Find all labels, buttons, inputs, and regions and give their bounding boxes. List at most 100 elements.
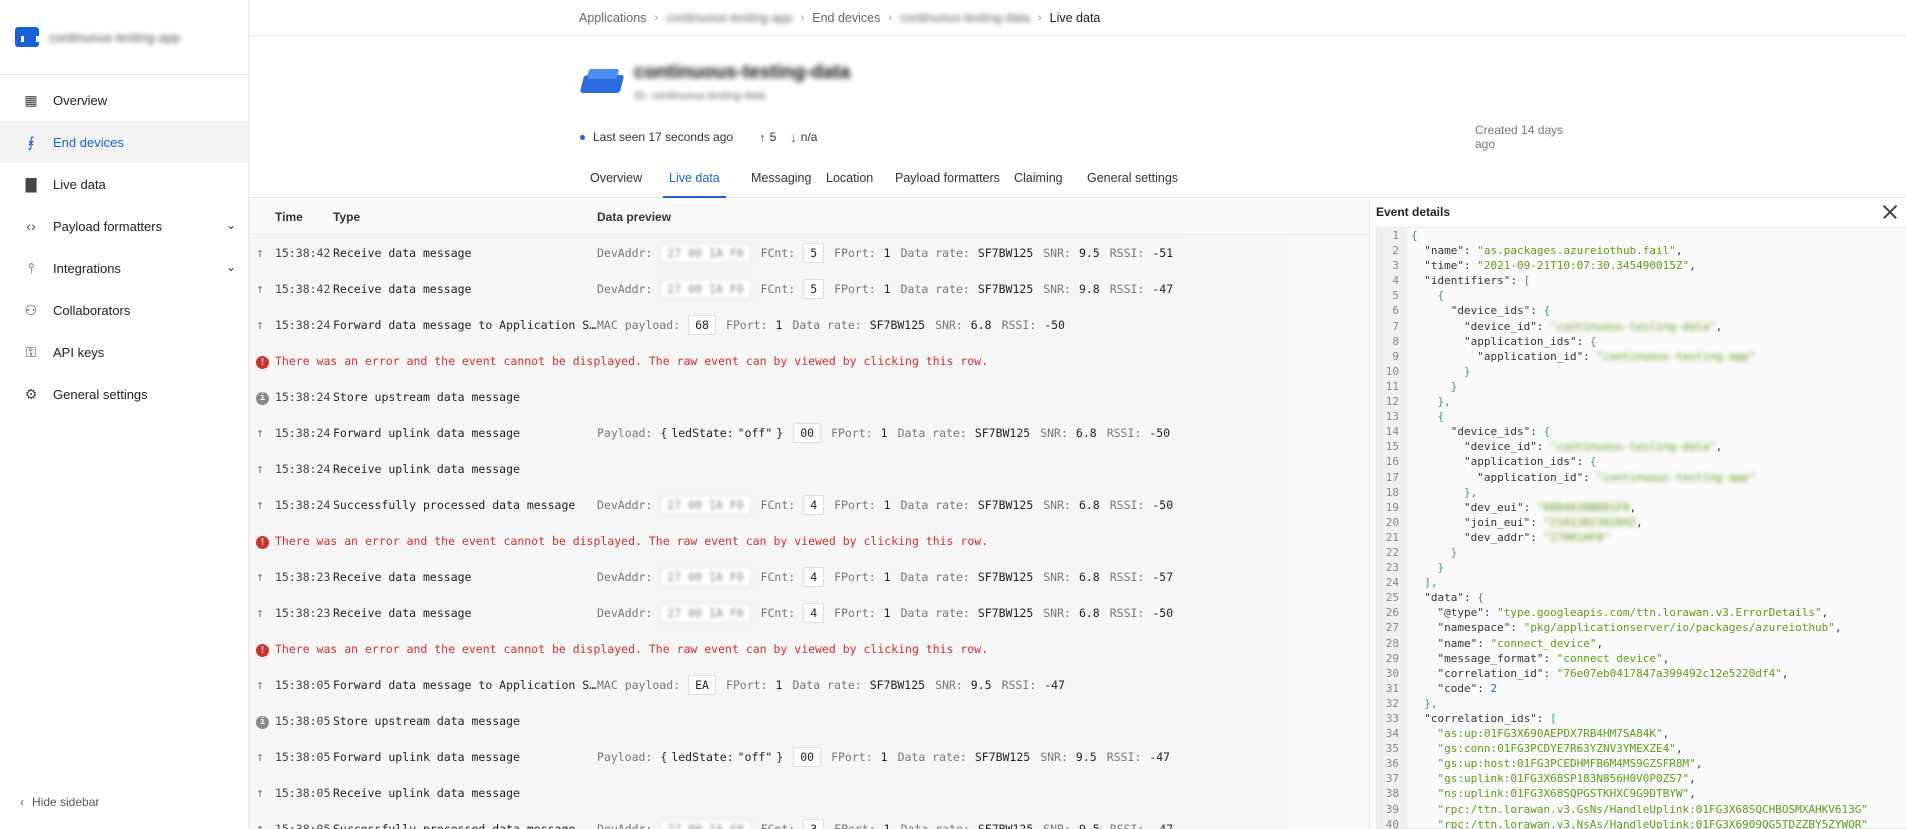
event-row[interactable]: ↑ 15:38:05 Forward data message to Applica… bbox=[249, 667, 1369, 703]
fport-value: 1 bbox=[775, 318, 783, 332]
tab-claiming[interactable]: Claiming bbox=[1008, 164, 1069, 198]
event-row[interactable]: ↑ 15:38:42 Receive data message DevAddr: 27 … bbox=[249, 235, 1369, 271]
sidebar-item-integrations[interactable]: ⫯ Integrations ⌄ bbox=[0, 247, 248, 289]
line-number: 22 bbox=[1377, 544, 1407, 561]
code-text: "device_ids": { bbox=[1407, 424, 1550, 439]
tab-payload-formatters[interactable]: Payload formatters bbox=[889, 164, 1006, 198]
event-type: Forward uplink data message bbox=[333, 750, 520, 764]
code-line: 5 { bbox=[1377, 288, 1907, 304]
event-type: Forward uplink data message bbox=[333, 426, 520, 440]
fport-value: 1 bbox=[883, 606, 891, 620]
code-token: "0004A30B001F0 bbox=[1536, 500, 1630, 514]
fcnt-value: 5 bbox=[803, 279, 825, 299]
hide-sidebar-button[interactable]: ‹ Hide sidebar bbox=[20, 795, 99, 809]
event-row[interactable]: ↑ 15:38:42 Receive data message DevAddr: 27 … bbox=[249, 271, 1369, 307]
key-icon: ⚿ bbox=[25, 343, 37, 360]
sidebar-item-overview[interactable]: ▦ Overview bbox=[0, 79, 248, 121]
field-label: FCnt: bbox=[760, 498, 796, 512]
sidebar-item-end-devices[interactable]: ⨘ End devices bbox=[0, 121, 248, 163]
event-data-preview: DevAddr: 27 00 1A F0 FCnt: 5 FPort: 1 Data rat… bbox=[597, 279, 1183, 299]
event-row[interactable]: ↑ 15:38:24 Forward uplink data message Payl… bbox=[249, 415, 1369, 451]
device-image bbox=[579, 63, 625, 101]
event-row[interactable]: ↑ 15:38:24 Successfully processed data mes… bbox=[249, 487, 1369, 523]
sidebar-item-payload-formatters[interactable]: ‹› Payload formatters ⌄ bbox=[0, 205, 248, 247]
event-row[interactable]: ! There was an error and the event cannot… bbox=[249, 631, 1369, 667]
rssi-value: -50 bbox=[1152, 606, 1174, 620]
event-row[interactable]: ↑ 15:38:23 Receive data message DevAddr: 27 … bbox=[249, 595, 1369, 631]
app-header[interactable]: continuous-testing-app bbox=[0, 0, 248, 74]
breadcrumb-item[interactable]: continuous-testing-data bbox=[900, 11, 1030, 25]
close-icon[interactable] bbox=[1879, 201, 1901, 223]
breadcrumb-item[interactable]: continuous-testing-app bbox=[666, 11, 792, 25]
sidebar-item-general-settings[interactable]: ⚙ General settings bbox=[0, 373, 248, 415]
sidebar-item-label: API keys bbox=[53, 344, 105, 360]
code-text: { bbox=[1407, 409, 1444, 424]
event-row[interactable]: ↑ 15:38:24 Receive uplink data message bbox=[249, 451, 1369, 487]
fport-value: 1 bbox=[880, 750, 888, 764]
sidebar-item-label: Overview bbox=[53, 92, 108, 108]
event-row[interactable]: ↑ 15:38:05 Forward uplink data message Payl… bbox=[249, 739, 1369, 775]
device-status-row: Last seen 17 seconds ago ↑ 5 ↓ n/a Creat… bbox=[580, 123, 1580, 151]
snr-value: 9.8 bbox=[1078, 282, 1100, 296]
field-label: Data rate: bbox=[897, 426, 967, 440]
code-token: , bbox=[1689, 259, 1696, 273]
code-token: }, bbox=[1411, 485, 1478, 499]
sidebar-item-label: Payload formatters bbox=[53, 218, 163, 234]
rssi-value: -47 bbox=[1152, 822, 1174, 829]
code-token: , bbox=[1695, 757, 1703, 771]
rssi-value: -51 bbox=[1152, 246, 1174, 260]
field-label: RSSI: bbox=[1109, 246, 1145, 260]
code-text: "application_ids": { bbox=[1407, 334, 1596, 349]
data-rate-value: SF7BW125 bbox=[977, 570, 1034, 584]
events-header: Time Type Data preview bbox=[249, 199, 1369, 235]
code-token: { bbox=[1411, 410, 1445, 424]
tab-general-settings[interactable]: General settings bbox=[1081, 164, 1184, 198]
field-label: SNR: bbox=[1043, 570, 1071, 584]
code-token: { bbox=[1411, 229, 1418, 242]
event-row[interactable]: ↑ 15:38:24 Forward data message to Applica… bbox=[249, 307, 1369, 343]
field-label: DevAddr: bbox=[597, 606, 653, 620]
event-row[interactable]: ↑ 15:38:05 Successfully processed data mes… bbox=[249, 811, 1369, 829]
tab-location[interactable]: Location bbox=[820, 164, 879, 198]
event-row[interactable]: i 15:38:05 Store upstream data message bbox=[249, 703, 1369, 739]
code-text: ], bbox=[1407, 575, 1437, 590]
code-token: { bbox=[1589, 334, 1597, 348]
event-json-viewer[interactable]: 1{2 "name": "as.packages.azureiothub.fai… bbox=[1376, 227, 1907, 829]
snr-value: 6.8 bbox=[970, 318, 992, 332]
code-token: "device_ids": bbox=[1411, 304, 1544, 318]
breadcrumb-item[interactable]: Applications bbox=[579, 11, 646, 25]
code-token: 2 bbox=[1490, 681, 1498, 695]
sidebar-item-live-data[interactable]: ▇ Live data bbox=[0, 163, 248, 205]
sidebar-item-api-keys[interactable]: ⚿ API keys bbox=[0, 331, 248, 373]
event-row[interactable]: ↑ 15:38:23 Receive data message DevAddr: 27 … bbox=[249, 559, 1369, 595]
payload-close-brace: } bbox=[776, 426, 784, 440]
sidebar-item-collaborators[interactable]: ⚇ Collaborators bbox=[0, 289, 248, 331]
code-token: "device_id": bbox=[1411, 440, 1551, 454]
code-line: 20 "join_eui": "2102302302042, bbox=[1377, 514, 1907, 530]
line-number: 25 bbox=[1377, 590, 1407, 606]
breadcrumb-item[interactable]: End devices bbox=[812, 11, 880, 25]
devaddr-value: 27 00 1A F0 bbox=[660, 819, 751, 829]
tab-messaging[interactable]: Messaging bbox=[745, 164, 817, 198]
line-number: 36 bbox=[1377, 756, 1407, 772]
event-row[interactable]: ! There was an error and the event cannot… bbox=[249, 523, 1369, 559]
sidebar-item-label: General settings bbox=[53, 386, 148, 402]
code-token: "gs:up:host:01FG3PCEDHMFB6M4MS9GZSFR8M" bbox=[1411, 757, 1696, 771]
info-icon: i bbox=[249, 713, 275, 729]
event-type: Store upstream data message bbox=[333, 390, 520, 404]
chevron-down-icon: ⌄ bbox=[225, 260, 236, 274]
tab-live-data[interactable]: Live data bbox=[663, 164, 726, 198]
app-logo-icon bbox=[15, 27, 39, 47]
code-token: { bbox=[1411, 289, 1445, 303]
devaddr-value: 27 00 1A F0 bbox=[660, 567, 751, 587]
code-token: }, bbox=[1411, 696, 1438, 710]
code-token: "dev_addr": bbox=[1411, 530, 1544, 544]
event-row[interactable]: i 15:38:24 Store upstream data message bbox=[249, 379, 1369, 415]
event-row[interactable]: ! There was an error and the event cannot… bbox=[249, 343, 1369, 379]
tab-overview[interactable]: Overview bbox=[584, 164, 648, 198]
field-label: DevAddr: bbox=[597, 282, 653, 296]
event-row[interactable]: ↑ 15:38:05 Receive uplink data message bbox=[249, 775, 1369, 811]
payload-value: "off" bbox=[737, 426, 773, 440]
code-line: 24 ], bbox=[1377, 575, 1907, 591]
event-type: Receive data message bbox=[333, 282, 472, 296]
